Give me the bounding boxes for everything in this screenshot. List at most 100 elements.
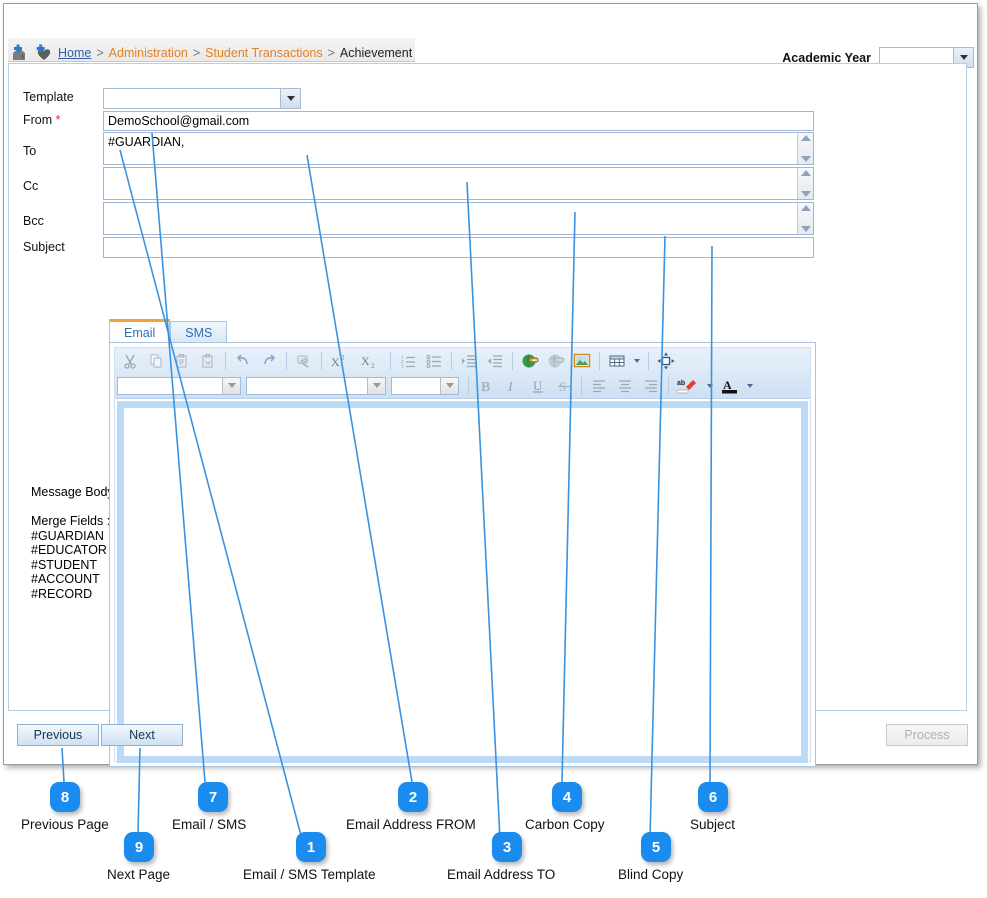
- size-value: [392, 378, 440, 394]
- format-chevron-down-icon[interactable]: [222, 377, 240, 394]
- template-select[interactable]: [103, 88, 301, 109]
- copy-icon[interactable]: [143, 350, 169, 372]
- font-chevron-down-icon[interactable]: [367, 377, 385, 394]
- svg-text:I: I: [507, 380, 514, 394]
- callout-label-8: Previous Page: [21, 817, 109, 832]
- cut-icon[interactable]: [117, 350, 143, 372]
- subscript-icon[interactable]: X2: [356, 350, 386, 372]
- numbered-list-icon[interactable]: 123: [395, 350, 421, 372]
- breadcrumb-administration[interactable]: Administration: [109, 46, 188, 60]
- spellcheck-icon[interactable]: ab: [291, 350, 317, 372]
- breadcrumb-home[interactable]: Home: [58, 46, 91, 60]
- underline-icon[interactable]: U: [525, 375, 551, 397]
- align-center-icon[interactable]: [612, 375, 638, 397]
- cc-scrollbar[interactable]: [797, 168, 813, 199]
- template-chevron-down-icon[interactable]: [280, 89, 300, 108]
- to-scroll-down-icon[interactable]: [800, 156, 811, 162]
- table-chevron-down-icon[interactable]: [630, 358, 644, 363]
- from-input[interactable]: DemoSchool@gmail.com: [103, 111, 814, 131]
- text-color-icon[interactable]: A: [717, 375, 743, 397]
- breadcrumb-separator-3: >: [327, 46, 335, 60]
- format-select[interactable]: [117, 376, 241, 395]
- table-icon[interactable]: [604, 350, 630, 372]
- format-value: [118, 378, 222, 394]
- svg-text:2: 2: [341, 354, 345, 362]
- bcc-scrollbar[interactable]: [797, 203, 813, 234]
- callout-bubble-1: 1: [296, 832, 326, 862]
- message-body-label: Message Body: [31, 485, 114, 499]
- unlink-icon[interactable]: [543, 350, 569, 372]
- callout-label-1: Email / SMS Template: [243, 867, 376, 882]
- font-select[interactable]: [246, 376, 386, 395]
- to-input[interactable]: #GUARDIAN,: [103, 132, 814, 165]
- toolbar-separator: [390, 351, 391, 370]
- svg-text:3: 3: [401, 363, 404, 368]
- bcc-scroll-down-icon[interactable]: [800, 226, 811, 232]
- bold-icon[interactable]: B: [473, 375, 499, 397]
- merge-field-item: #ACCOUNT: [31, 572, 100, 586]
- editor-body[interactable]: [117, 401, 808, 763]
- merge-field-item: #RECORD: [31, 586, 93, 601]
- italic-icon[interactable]: I: [499, 375, 525, 397]
- editor-toolbar: W ab X2 X 2 1 2 3 B I U S ab A: [115, 348, 810, 399]
- merge-field-item: #EDUCATOR: [31, 543, 107, 557]
- breadcrumb-separator-1: >: [96, 46, 104, 60]
- align-left-icon[interactable]: [586, 375, 612, 397]
- cc-scroll-down-icon[interactable]: [800, 191, 811, 197]
- callout-bubble-3: 3: [492, 832, 522, 862]
- image-icon[interactable]: [569, 350, 595, 372]
- callout-label-4: Carbon Copy: [525, 817, 605, 832]
- previous-button[interactable]: Previous: [17, 724, 99, 746]
- callout-bubble-6: 6: [698, 782, 728, 812]
- cc-scroll-up-icon[interactable]: [800, 170, 811, 176]
- favorite-heart-icon[interactable]: [34, 44, 54, 62]
- text-color-chevron-down-icon[interactable]: [743, 383, 757, 388]
- toolbar-separator: [321, 351, 322, 370]
- align-right-icon[interactable]: [638, 375, 664, 397]
- cc-input[interactable]: [103, 167, 814, 200]
- decrease-indent-icon[interactable]: [456, 350, 482, 372]
- size-chevron-down-icon[interactable]: [440, 377, 458, 394]
- merge-fields-block: Merge Fields : #GUARDIAN #EDUCATOR #STUD…: [31, 514, 110, 601]
- text-highlight-icon[interactable]: ab: [673, 375, 703, 397]
- to-scrollbar[interactable]: [797, 133, 813, 164]
- home-icon[interactable]: [10, 44, 30, 62]
- tab-email[interactable]: Email: [109, 319, 171, 344]
- strikethrough-icon[interactable]: S: [551, 375, 577, 397]
- editor-frame: W ab X2 X 2 1 2 3 B I U S ab A: [114, 347, 811, 763]
- process-button: Process: [886, 724, 968, 746]
- toolbar-separator: [599, 351, 600, 370]
- to-scroll-up-icon[interactable]: [800, 135, 811, 141]
- field-row-cc: Cc: [23, 167, 814, 200]
- tab-sms[interactable]: SMS: [170, 321, 228, 344]
- maximize-icon[interactable]: [653, 350, 679, 372]
- link-icon[interactable]: [517, 350, 543, 372]
- callout-bubble-8: 8: [50, 782, 80, 812]
- bcc-scroll-up-icon[interactable]: [800, 205, 811, 211]
- superscript-icon[interactable]: X2: [326, 350, 356, 372]
- font-value: [247, 378, 367, 394]
- increase-indent-icon[interactable]: [482, 350, 508, 372]
- next-button[interactable]: Next: [101, 724, 183, 746]
- highlight-chevron-down-icon[interactable]: [703, 383, 717, 388]
- redo-icon[interactable]: [256, 350, 282, 372]
- bcc-input[interactable]: [103, 202, 814, 235]
- callout-bubble-2: 2: [398, 782, 428, 812]
- paste-icon[interactable]: [169, 350, 195, 372]
- undo-icon[interactable]: [230, 350, 256, 372]
- callout-label-2: Email Address FROM: [346, 817, 476, 832]
- to-label: To: [23, 144, 37, 158]
- template-label: Template: [23, 90, 74, 104]
- field-row-from: From * DemoSchool@gmail.com: [23, 111, 814, 131]
- callout-label-6: Subject: [690, 817, 736, 832]
- toolbar-row-1: W ab X2 X 2 1 2 3: [115, 348, 810, 373]
- paste-from-word-icon[interactable]: W: [195, 350, 221, 372]
- rich-text-editor: W ab X2 X 2 1 2 3 B I U S ab A: [109, 342, 816, 767]
- content-panel: Template From * DemoSchool@gmail.com To …: [8, 63, 967, 767]
- breadcrumb-student-transactions[interactable]: Student Transactions: [205, 46, 322, 60]
- subject-input[interactable]: [103, 237, 814, 258]
- size-select[interactable]: [391, 376, 459, 395]
- bulleted-list-icon[interactable]: [421, 350, 447, 372]
- field-row-subject: Subject: [23, 237, 814, 258]
- toolbar-separator: [512, 351, 513, 370]
